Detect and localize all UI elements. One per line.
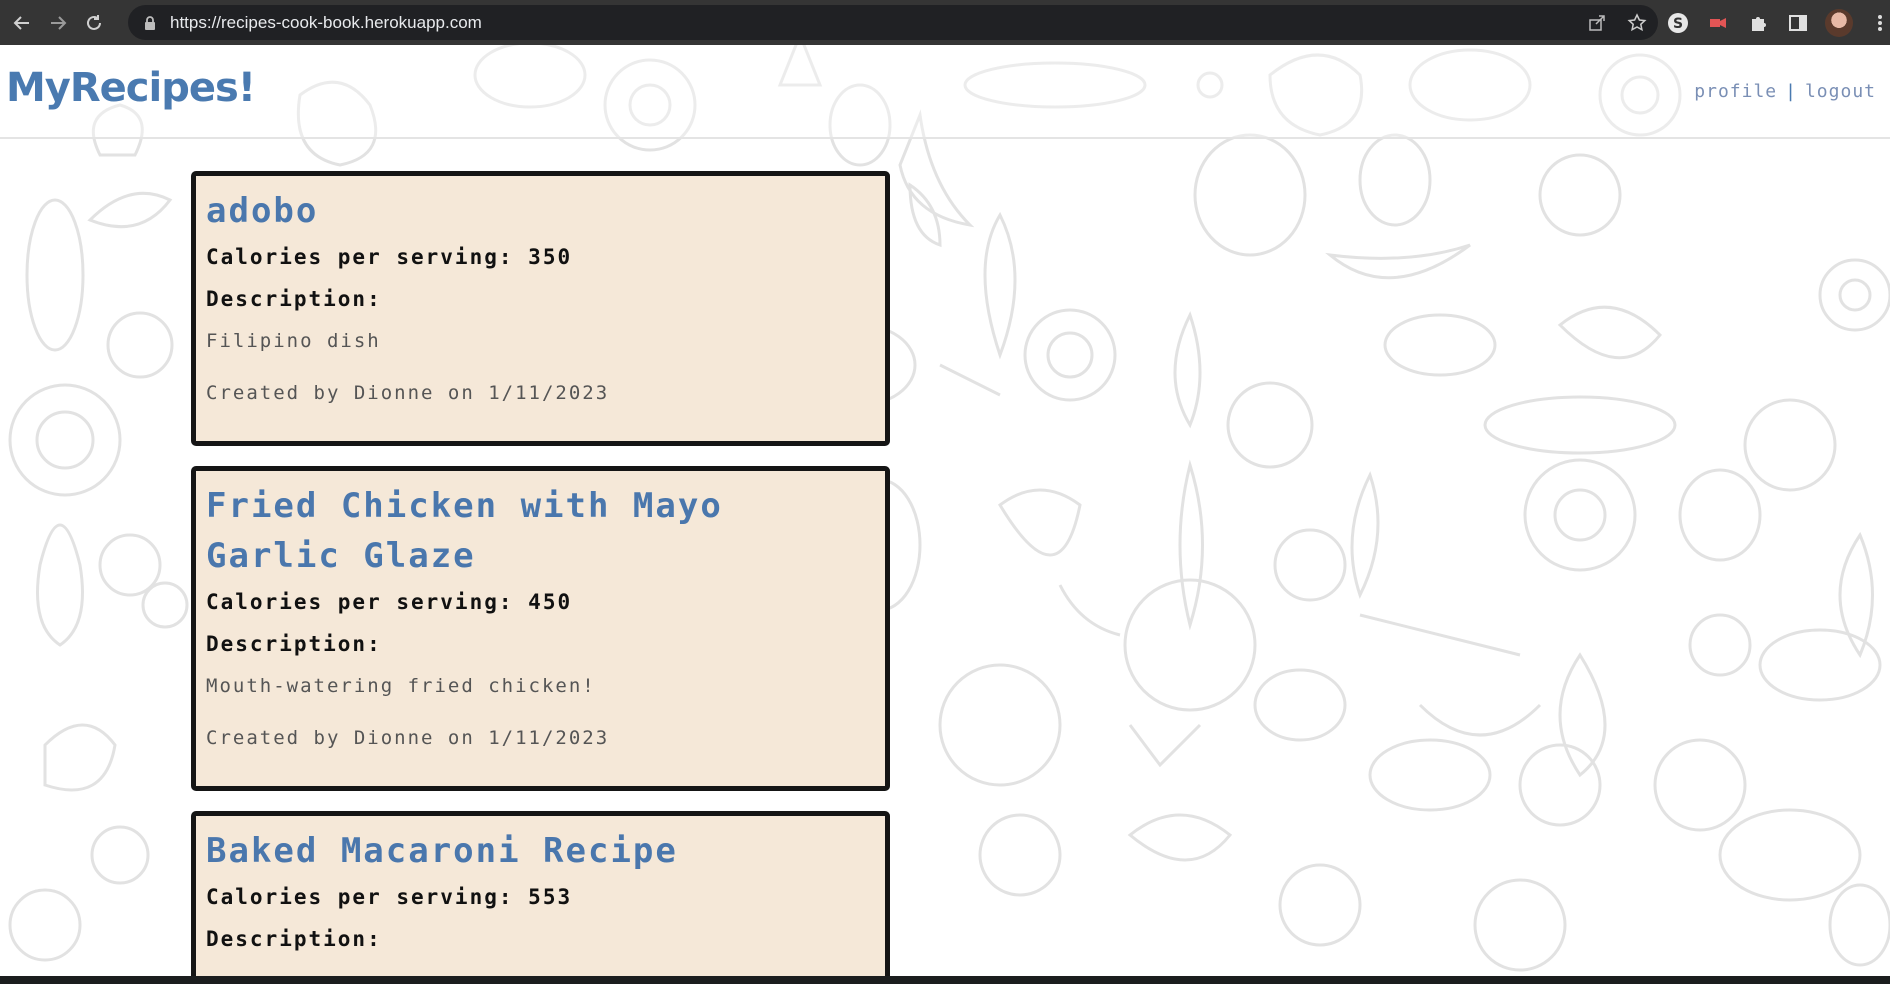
description-label: Description: [206, 287, 382, 311]
lock-icon [142, 15, 158, 31]
window-bottom-edge [0, 976, 1890, 984]
forward-arrow-icon[interactable] [44, 9, 72, 37]
header-nav: profile | logout [1694, 81, 1876, 102]
created-by-text: Created by Dionne on 1/11/2023 [206, 382, 610, 404]
nav-separator: | [1785, 81, 1797, 102]
puzzle-icon[interactable] [1745, 10, 1771, 36]
calories-label: Calories per serving: [206, 245, 514, 269]
description-label: Description: [206, 632, 382, 656]
recipe-title[interactable]: Fried Chicken with Mayo Garlic Glaze [206, 481, 875, 581]
description-text: Filipino dish [206, 330, 381, 352]
svg-text:S: S [1673, 16, 1683, 32]
recipe-list: adobo Calories per serving: 350 Descript… [191, 171, 890, 976]
description-text: Mouth-watering fried chicken! [206, 675, 596, 697]
share-icon[interactable] [1586, 12, 1608, 34]
side-panel-icon[interactable] [1785, 10, 1811, 36]
created-by-text: Created by Dionne on 1/11/2023 [206, 727, 610, 749]
browser-toolbar: https://recipes-cook-book.herokuapp.com … [0, 0, 1890, 45]
address-bar[interactable]: https://recipes-cook-book.herokuapp.com [128, 5, 1658, 40]
calories-line: Calories per serving: 350 [206, 236, 875, 278]
page-viewport: MyRecipes! profile | logout adobo Calories… [0, 45, 1890, 976]
calories-line: Calories per serving: 450 [206, 581, 875, 623]
profile-link[interactable]: profile [1694, 81, 1777, 102]
calories-value: 350 [528, 245, 573, 269]
extension-video-icon[interactable] [1705, 10, 1731, 36]
calories-line: Calories per serving: 553 [206, 876, 875, 918]
site-logo[interactable]: MyRecipes! [6, 65, 256, 111]
calories-value: 553 [528, 885, 573, 909]
recipe-title[interactable]: adobo [206, 186, 875, 236]
reload-icon[interactable] [80, 9, 108, 37]
recipe-title[interactable]: Baked Macaroni Recipe [206, 826, 875, 876]
calories-label: Calories per serving: [206, 885, 514, 909]
description-label: Description: [206, 927, 382, 951]
recipe-card: Fried Chicken with Mayo Garlic Glaze Cal… [191, 466, 890, 791]
menu-dots-icon[interactable] [1867, 10, 1890, 36]
extension-s-icon[interactable]: S [1665, 10, 1691, 36]
calories-value: 450 [528, 590, 573, 614]
logout-link[interactable]: logout [1805, 81, 1876, 102]
site-header: MyRecipes! profile | logout [0, 45, 1890, 139]
bookmark-star-icon[interactable] [1626, 12, 1648, 34]
url-text[interactable]: https://recipes-cook-book.herokuapp.com [170, 13, 482, 33]
calories-label: Calories per serving: [206, 590, 514, 614]
back-arrow-icon[interactable] [8, 9, 36, 37]
recipe-card: Baked Macaroni Recipe Calories per servi… [191, 811, 890, 976]
profile-avatar[interactable] [1825, 8, 1853, 37]
recipe-card: adobo Calories per serving: 350 Descript… [191, 171, 890, 446]
